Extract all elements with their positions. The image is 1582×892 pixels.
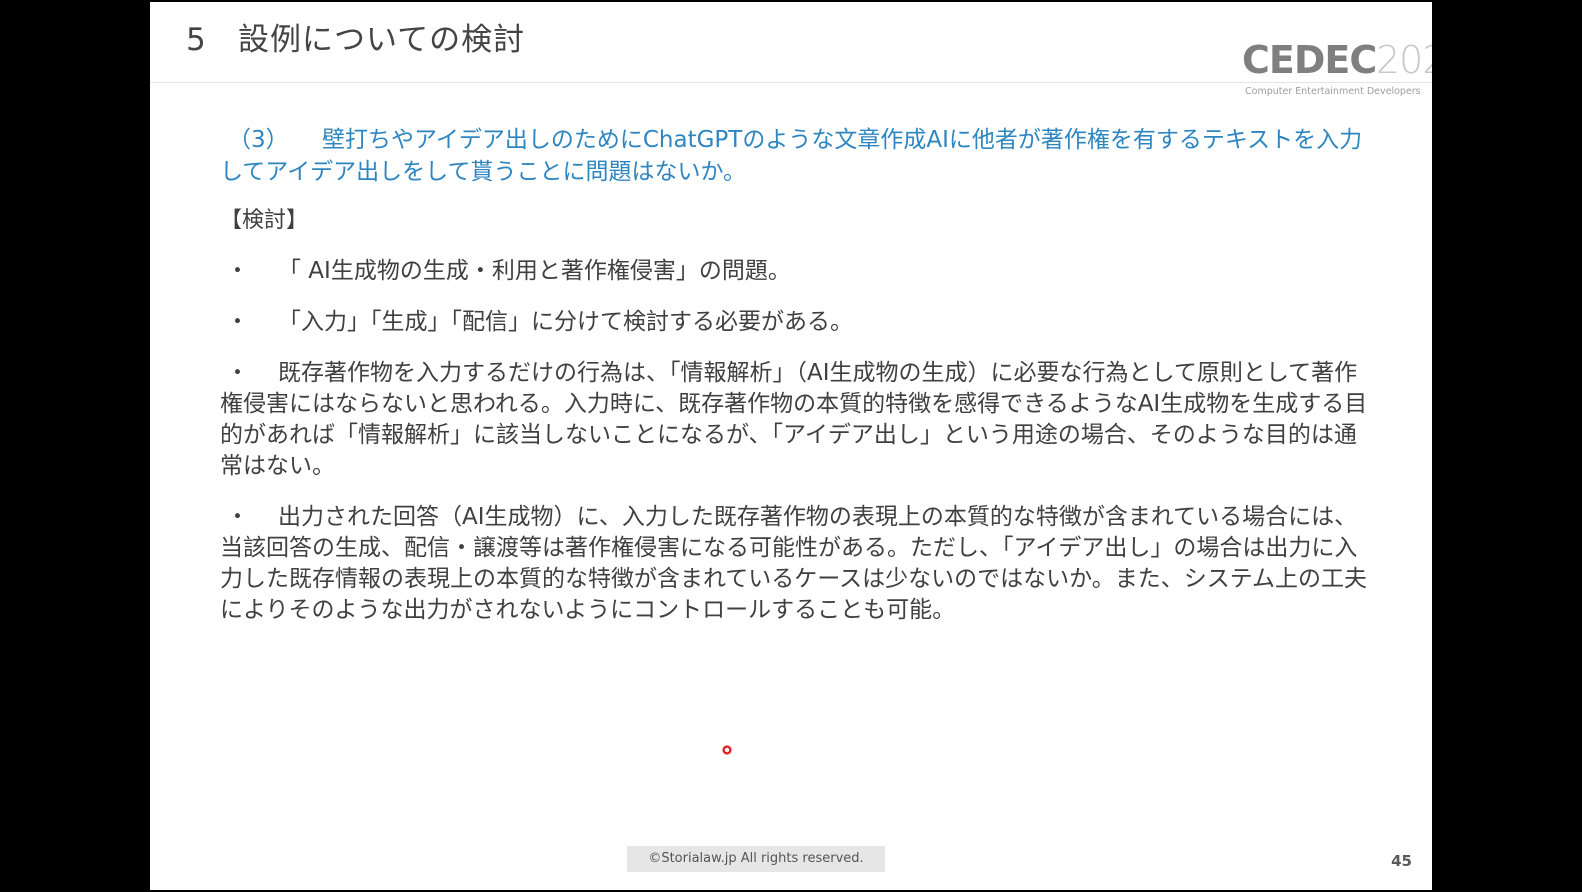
bullet-marker: ・ <box>226 258 249 284</box>
section-title: 設例についての検討 <box>238 22 526 58</box>
page-number: 45 <box>1391 852 1412 870</box>
section-number: 5 <box>186 22 207 58</box>
bullet-item: ・既存著作物を入力するだけの行為は、「情報解析」（AI生成物の生成）に必要な行為… <box>220 358 1370 482</box>
bullet-text: 「 AI生成物の生成・利用と著作権侵害」の問題。 <box>278 258 791 284</box>
logo-main-text: CEDEC <box>1242 38 1377 82</box>
cedec-logo: CEDEC 2023 Computer Entertainment Develo… <box>1242 40 1432 100</box>
logo-year-text: 2023 <box>1376 38 1432 82</box>
bullet-item: ・出力された回答（AI生成物）に、入力した既存著作物の表現上の本質的な特徴が含ま… <box>220 502 1370 626</box>
slide-header: 5 設例についての検討 <box>150 2 1432 83</box>
logo-subtitle: Computer Entertainment Developers <box>1245 86 1421 97</box>
bullet-marker: ・ <box>226 504 249 530</box>
laser-pointer-icon <box>722 745 732 755</box>
bullet-marker: ・ <box>226 360 249 386</box>
section-label: 【検討】 <box>220 208 309 233</box>
bullet-marker: ・ <box>226 309 249 335</box>
presentation-slide: 5 設例についての検討 CEDEC 2023 Computer Entertain… <box>150 2 1432 890</box>
bullet-text: 既存著作物を入力するだけの行為は、「情報解析」（AI生成物の生成）に必要な行為と… <box>220 360 1368 479</box>
question-heading: （3） 壁打ちやアイデア出しのためにChatGPTのような文章作成AIに他者が著作… <box>220 124 1370 188</box>
bullet-text: 「入力」「生成」「配信」に分けて検討する必要がある。 <box>278 309 853 335</box>
question-number: （3） <box>228 127 289 153</box>
bullet-item: ・ 「入力」「生成」「配信」に分けて検討する必要がある。 <box>220 307 1370 338</box>
bullet-text: 出力された回答（AI生成物）に、入力した既存著作物の表現上の本質的な特徴が含まれ… <box>220 504 1368 623</box>
question-text: 壁打ちやアイデア出しのためにChatGPTのような文章作成AIに他者が著作権を有… <box>220 127 1363 185</box>
footer-copyright: ©Storialaw.jp All rights reserved. <box>627 846 885 872</box>
slide-body: （3） 壁打ちやアイデア出しのためにChatGPTのような文章作成AIに他者が著作… <box>220 124 1370 646</box>
slide-title: 5 設例についての検討 <box>186 20 525 60</box>
bullet-item: ・ 「 AI生成物の生成・利用と著作権侵害」の問題。 <box>220 256 1370 287</box>
